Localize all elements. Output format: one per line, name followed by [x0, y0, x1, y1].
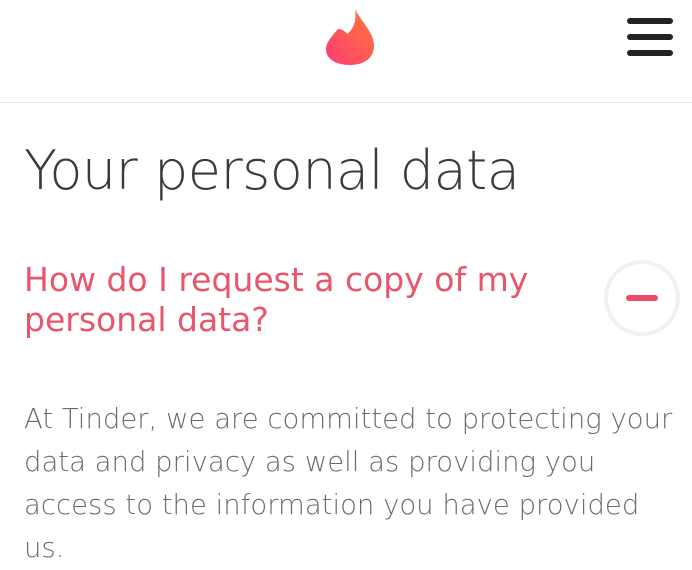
- menu-bar: [627, 50, 673, 56]
- tinder-flame-icon[interactable]: [322, 7, 378, 67]
- faq-question[interactable]: How do I request a copy of my personal d…: [24, 260, 584, 340]
- menu-bar: [627, 18, 673, 24]
- collapse-faq-button[interactable]: [608, 264, 676, 332]
- hamburger-menu-icon[interactable]: [622, 14, 678, 60]
- menu-bar: [627, 34, 673, 40]
- top-header: [0, 0, 692, 103]
- minus-icon: [626, 295, 658, 301]
- page-title: Your personal data: [24, 139, 520, 202]
- faq-answer: At Tinder, we are committed to protectin…: [24, 403, 673, 564]
